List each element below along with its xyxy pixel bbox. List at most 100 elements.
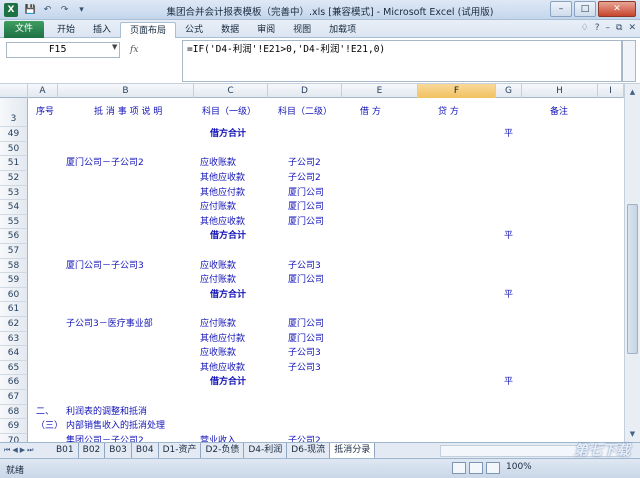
cell-d[interactable]: 借方合计 bbox=[210, 375, 246, 390]
zoom-level[interactable]: 100% bbox=[506, 462, 532, 472]
column-header-g[interactable]: G bbox=[496, 84, 522, 98]
row-number[interactable]: 57 bbox=[0, 244, 28, 259]
row-number[interactable]: 61 bbox=[0, 302, 28, 317]
cell-g[interactable]: 平 bbox=[504, 127, 513, 142]
row-number[interactable]: 64 bbox=[0, 346, 28, 361]
help-icon[interactable]: ? bbox=[595, 23, 600, 33]
formula-input[interactable]: =IF('D4-利润'!E21>0,'D4-利润'!E21,0) bbox=[182, 40, 622, 82]
page-layout-view-button[interactable] bbox=[469, 462, 483, 474]
cell-c[interactable]: 应收账款 bbox=[200, 259, 236, 274]
row-number[interactable]: 55 bbox=[0, 214, 28, 230]
row-number[interactable]: 50 bbox=[0, 141, 28, 157]
minimize-button[interactable]: – bbox=[550, 1, 572, 17]
ribbon-tab-0[interactable]: 开始 bbox=[48, 22, 84, 38]
sheet-tab[interactable]: D1-资产 bbox=[158, 442, 202, 459]
sheet-tab[interactable]: B03 bbox=[105, 442, 132, 459]
cell-g[interactable]: 平 bbox=[504, 229, 513, 244]
ribbon-restore-icon[interactable]: ⧉ bbox=[616, 23, 622, 33]
header-account-level1[interactable]: 科目（一级） bbox=[202, 98, 256, 127]
cell-d[interactable]: 子公司3 bbox=[288, 346, 321, 361]
row-number[interactable]: 52 bbox=[0, 171, 28, 186]
save-icon[interactable]: 💾 bbox=[24, 5, 37, 15]
prev-sheet-icon[interactable]: ◀ bbox=[12, 446, 17, 455]
next-sheet-icon[interactable]: ▶ bbox=[20, 446, 25, 455]
first-sheet-icon[interactable]: ⏮ bbox=[4, 446, 10, 455]
row-number[interactable]: 60 bbox=[0, 287, 28, 303]
page-break-view-button[interactable] bbox=[486, 462, 500, 474]
cell-c[interactable]: 营业收入 bbox=[200, 434, 236, 442]
scroll-down-icon[interactable]: ▼ bbox=[626, 428, 639, 440]
cell-b[interactable]: 内部销售收入的抵消处理 bbox=[66, 419, 165, 434]
cell-d[interactable]: 子公司3 bbox=[288, 361, 321, 376]
row-number[interactable]: 49 bbox=[0, 127, 28, 142]
cell-b[interactable]: 厦门公司－子公司3 bbox=[66, 259, 144, 274]
column-header-h[interactable]: H bbox=[522, 84, 598, 98]
name-box[interactable]: F15 bbox=[6, 42, 120, 58]
cell-d[interactable]: 子公司2 bbox=[288, 171, 321, 186]
cell-g[interactable]: 平 bbox=[504, 288, 513, 303]
fx-icon[interactable]: fx bbox=[130, 45, 138, 55]
column-header-c[interactable]: C bbox=[194, 84, 268, 98]
sheet-tab[interactable]: D2-负债 bbox=[201, 442, 245, 459]
header-debit[interactable]: 借 方 bbox=[360, 98, 381, 127]
row-number[interactable]: 66 bbox=[0, 375, 28, 390]
row-number[interactable]: 63 bbox=[0, 331, 28, 347]
cell-b[interactable]: 利润表的调整和抵消 bbox=[66, 405, 147, 420]
cell-c[interactable]: 应付账款 bbox=[200, 200, 236, 215]
cell-d[interactable]: 子公司2 bbox=[288, 434, 321, 442]
sheet-tab[interactable]: B02 bbox=[78, 442, 106, 459]
row-number[interactable]: 65 bbox=[0, 360, 28, 376]
sheet-tab[interactable]: 抵消分录 bbox=[330, 442, 376, 459]
vertical-scrollbar[interactable]: ▲ ▼ bbox=[624, 84, 640, 442]
column-header-b[interactable]: B bbox=[58, 84, 194, 98]
ribbon-tab-5[interactable]: 审阅 bbox=[248, 22, 284, 38]
cell-c[interactable]: 应收账款 bbox=[200, 346, 236, 361]
sheet-tab[interactable]: B04 bbox=[131, 442, 159, 459]
last-sheet-icon[interactable]: ⏭ bbox=[27, 446, 33, 455]
row-number[interactable]: 62 bbox=[0, 317, 28, 332]
cell-d[interactable]: 借方合计 bbox=[210, 288, 246, 303]
cell-d[interactable]: 厦门公司 bbox=[288, 317, 324, 332]
ribbon-tab-7[interactable]: 加载项 bbox=[320, 22, 365, 38]
column-header-i[interactable]: I bbox=[598, 84, 624, 98]
undo-icon[interactable]: ↶ bbox=[41, 5, 54, 15]
row-number[interactable]: 51 bbox=[0, 156, 28, 171]
cell-c[interactable]: 其他应收款 bbox=[200, 215, 245, 230]
row-number[interactable]: 53 bbox=[0, 185, 28, 201]
cell-c[interactable]: 其他应收款 bbox=[200, 361, 245, 376]
sheet-tab[interactable]: B01 bbox=[52, 442, 79, 459]
cell-g[interactable]: 平 bbox=[504, 375, 513, 390]
select-all-corner[interactable] bbox=[0, 84, 28, 98]
ribbon-tab-4[interactable]: 数据 bbox=[212, 22, 248, 38]
cell-c[interactable]: 其他应付款 bbox=[200, 186, 245, 201]
name-box-dropdown-icon[interactable]: ▼ bbox=[112, 43, 117, 51]
header-description[interactable]: 抵 消 事 项 说 明 bbox=[94, 98, 162, 127]
cell-d[interactable]: 厦门公司 bbox=[288, 332, 324, 347]
ribbon-tab-3[interactable]: 公式 bbox=[176, 22, 212, 38]
ribbon-tab-6[interactable]: 视图 bbox=[284, 22, 320, 38]
cell-a[interactable]: 二、 bbox=[36, 405, 54, 420]
ribbon-tab-2[interactable]: 页面布局 bbox=[120, 22, 177, 38]
column-header-d[interactable]: D bbox=[268, 84, 342, 98]
header-account-level2[interactable]: 科目（二级） bbox=[278, 98, 332, 127]
cell-c[interactable]: 其他应付款 bbox=[200, 332, 245, 347]
customize-qat-icon[interactable]: ▾ bbox=[75, 5, 88, 15]
sheet-tab[interactable]: D6-现流 bbox=[287, 442, 331, 459]
cell-d[interactable]: 厦门公司 bbox=[288, 200, 324, 215]
cell-d[interactable]: 借方合计 bbox=[210, 127, 246, 142]
cell-b[interactable]: 子公司3－医疗事业部 bbox=[66, 317, 153, 332]
row-number[interactable]: 59 bbox=[0, 273, 28, 288]
column-header-a[interactable]: A bbox=[28, 84, 58, 98]
row-number[interactable]: 54 bbox=[0, 200, 28, 215]
ribbon-tab-1[interactable]: 插入 bbox=[84, 22, 120, 38]
cell-c[interactable]: 应收账款 bbox=[200, 156, 236, 171]
sheet-tab[interactable]: D4-利润 bbox=[244, 442, 288, 459]
file-tab[interactable]: 文件 bbox=[4, 21, 44, 38]
scroll-up-icon[interactable]: ▲ bbox=[626, 86, 639, 98]
cell-a[interactable]: （三） bbox=[36, 419, 63, 434]
row-number[interactable]: 56 bbox=[0, 229, 28, 244]
normal-view-button[interactable] bbox=[452, 462, 466, 474]
cell-d[interactable]: 子公司2 bbox=[288, 156, 321, 171]
cell-b[interactable]: 厦门公司－子公司2 bbox=[66, 156, 144, 171]
close-button[interactable]: ✕ bbox=[598, 1, 636, 17]
